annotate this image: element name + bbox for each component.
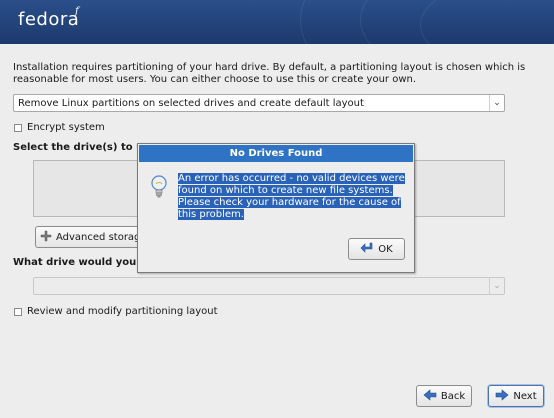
dialog-title: No Drives Found [139,145,413,162]
add-icon [40,230,52,245]
chevron-down-icon[interactable]: ⌄ [489,95,504,111]
next-button[interactable]: Next [488,385,544,407]
arrow-right-icon [495,388,509,404]
next-label: Next [513,390,537,402]
layout-select[interactable]: Remove Linux partitions on selected driv… [13,94,505,112]
encrypt-system-checkbox[interactable]: Encrypt system [14,122,105,133]
ok-arrow-icon [360,242,374,257]
arrow-left-icon [423,388,437,404]
dialog-message: An error has occurred - no valid devices… [178,173,405,220]
boot-drive-select[interactable]: ⌄ [33,277,505,295]
no-drives-dialog: No Drives Found An error has occurred - … [137,143,415,273]
checkbox-box[interactable] [14,307,22,316]
ok-button[interactable]: OK [348,238,405,260]
review-partitioning-label: Review and modify partitioning layout [27,306,218,317]
banner-swirl [420,0,554,44]
layout-select-value: Remove Linux partitions on selected driv… [18,98,364,109]
checkbox-box[interactable] [14,123,22,132]
fedora-logo: fedora [18,9,80,30]
header-banner: fedora f [0,0,554,44]
ok-label: OK [378,243,393,255]
review-partitioning-checkbox[interactable]: Review and modify partitioning layout [14,306,218,317]
back-button[interactable]: Back [416,385,472,407]
back-label: Back [440,390,466,402]
lightbulb-icon [150,174,168,200]
intro-text: Installation requires partitioning of yo… [13,62,526,85]
fedora-logo-mark: f [75,6,79,17]
advanced-storage-button[interactable]: Advanced storag [35,226,143,248]
chevron-down-icon[interactable]: ⌄ [489,278,504,294]
select-drives-label: Select the drive(s) to u [13,142,144,153]
dialog-message-box: An error has occurred - no valid devices… [178,173,410,221]
encrypt-system-label: Encrypt system [27,122,105,133]
boot-drive-label: What drive would you [13,257,137,268]
advanced-storage-label: Advanced storag [56,231,141,243]
